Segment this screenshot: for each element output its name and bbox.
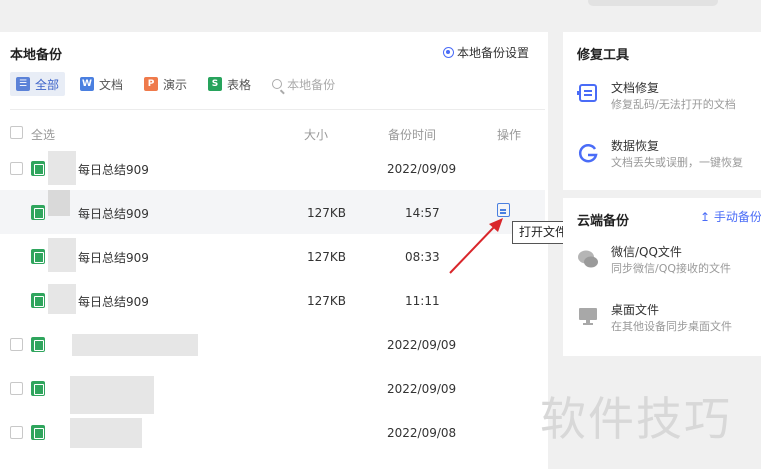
item-title: 文档修复	[611, 81, 660, 95]
column-select-all: 全选	[31, 128, 56, 142]
filter-label: 演示	[163, 77, 188, 92]
column-backup-time: 备份时间	[388, 128, 437, 142]
backup-time: 2022/09/09	[387, 382, 457, 396]
item-subtitle: 修复乱码/无法打开的文档	[611, 98, 736, 111]
row-checkbox[interactable]	[10, 338, 23, 351]
item-subtitle: 同步微信/QQ接收的文件	[611, 262, 732, 275]
top-bar	[0, 0, 761, 30]
writer-doc-icon: W	[80, 77, 95, 91]
filter-spreadsheet[interactable]: S 表格	[202, 72, 257, 96]
blurred-file-name	[70, 418, 142, 448]
row-checkbox[interactable]	[10, 162, 23, 175]
settings-label: 本地备份设置	[457, 46, 530, 60]
table-row[interactable]: 2022/09/09	[0, 322, 545, 366]
blurred-thumbnail	[48, 238, 76, 272]
backup-time: 2022/09/08	[387, 426, 457, 440]
blurred-thumbnail	[48, 284, 76, 314]
search-icon	[272, 79, 283, 89]
filter-label: 文档	[99, 77, 124, 92]
column-action: 操作	[497, 128, 522, 142]
backup-time: 11:11	[405, 294, 440, 308]
item-subtitle: 文档丢失或误删，一键恢复	[611, 156, 743, 169]
spreadsheet-file-icon	[31, 381, 45, 396]
cloud-backup-panel: 云端备份 ↥ 手动备份 微信/QQ文件 同步微信/QQ接收的文件 桌面文件 在其…	[563, 198, 761, 356]
desktop-monitor-icon	[579, 308, 597, 325]
item-subtitle: 在其他设备同步桌面文件	[611, 320, 732, 333]
backup-time: 14:57	[405, 206, 440, 220]
item-title: 桌面文件	[611, 303, 660, 317]
row-checkbox[interactable]	[10, 382, 23, 395]
filter-presentation[interactable]: P 演示	[138, 72, 193, 96]
file-size: 127KB	[307, 206, 347, 220]
blurred-thumbnail	[48, 190, 70, 216]
gear-icon	[443, 47, 454, 58]
chat-bubble-icon	[578, 250, 598, 268]
data-recovery-icon	[578, 144, 598, 163]
backup-time: 2022/09/09	[387, 338, 457, 352]
file-name: 每日总结909	[78, 207, 149, 221]
annotation-arrow	[449, 218, 503, 274]
backup-time: 08:33	[405, 250, 440, 264]
table-row[interactable]: 2022/09/09	[0, 366, 545, 414]
spreadsheet-file-icon	[31, 161, 45, 176]
backup-time: 2022/09/09	[387, 162, 457, 176]
doc-repair-icon	[577, 84, 597, 102]
spreadsheet-file-icon	[31, 293, 45, 308]
cloud-backup-title: 云端备份	[577, 214, 630, 229]
manual-backup-button[interactable]: ↥ 手动备份	[700, 208, 761, 225]
search-input[interactable]: 本地备份	[266, 72, 341, 96]
table-row[interactable]: 每日总结909 2022/09/09	[0, 146, 545, 190]
file-name: 每日总结909	[78, 295, 149, 309]
local-backup-settings-link[interactable]: 本地备份设置	[443, 44, 529, 61]
row-checkbox[interactable]	[10, 426, 23, 439]
spreadsheet-icon: S	[208, 77, 223, 91]
blurred-file-name	[70, 376, 154, 414]
spreadsheet-file-icon	[31, 205, 45, 220]
repair-tools-title: 修复工具	[577, 48, 630, 63]
file-size: 127KB	[307, 250, 347, 264]
filter-all[interactable]: ☰ 全部	[10, 72, 66, 96]
item-title: 数据恢复	[611, 139, 660, 153]
spreadsheet-file-icon	[31, 337, 45, 352]
spreadsheet-file-icon	[31, 249, 45, 264]
list-icon: ☰	[16, 77, 30, 91]
presentation-icon: P	[144, 77, 159, 91]
filter-label: 全部	[35, 77, 60, 92]
spreadsheet-file-icon	[31, 425, 45, 440]
search-placeholder: 本地备份	[287, 77, 336, 92]
blurred-file-name	[72, 334, 198, 356]
file-name: 每日总结909	[78, 163, 149, 177]
column-size: 大小	[304, 128, 329, 142]
table-row[interactable]: 2022/09/08	[0, 410, 545, 454]
file-size: 127KB	[307, 294, 347, 308]
file-name: 每日总结909	[78, 251, 149, 265]
filter-tabs: ☰ 全部 W 文档 P 演示 S 表格 本地备份	[10, 72, 350, 96]
upload-icon: ↥	[700, 210, 711, 224]
manual-backup-label: 手动备份	[713, 210, 761, 224]
watermark: 软件技巧	[540, 392, 732, 446]
select-all-checkbox[interactable]	[10, 126, 23, 139]
repair-tools-panel: 修复工具 文档修复 修复乱码/无法打开的文档 数据恢复 文档丢失或误删，一键恢复	[563, 32, 761, 190]
divider	[10, 109, 545, 110]
item-title: 微信/QQ文件	[611, 245, 682, 259]
filter-doc[interactable]: W 文档	[74, 72, 129, 96]
top-blurred-area	[588, 0, 718, 6]
local-backup-title: 本地备份	[10, 48, 63, 63]
blurred-thumbnail	[48, 151, 76, 185]
table-row[interactable]: 每日总结909 127KB 11:11	[0, 278, 545, 322]
filter-label: 表格	[227, 77, 252, 92]
